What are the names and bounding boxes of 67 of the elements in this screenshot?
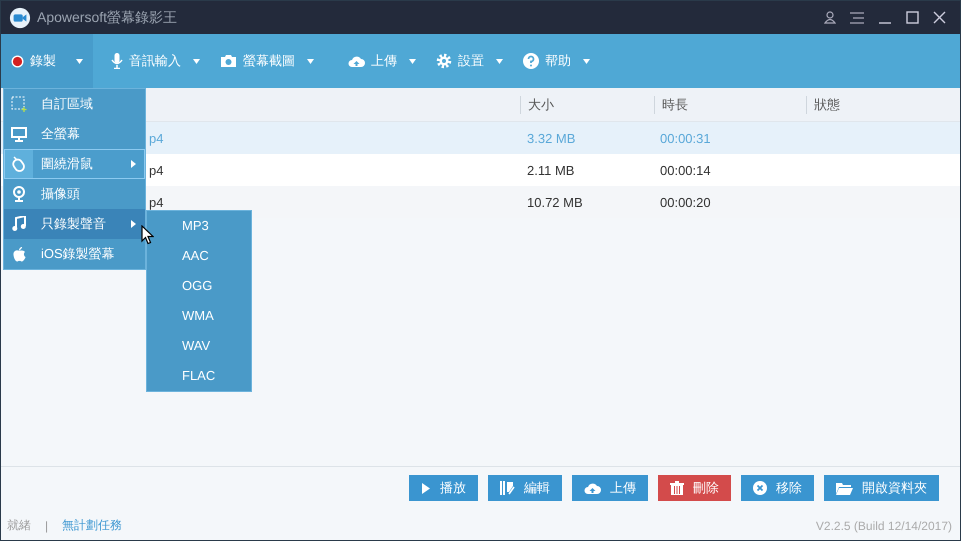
camera-icon — [220, 54, 237, 68]
play-icon — [421, 482, 431, 494]
trash-icon — [670, 481, 684, 495]
toolbar-menu-button[interactable]: 錄製 — [1, 34, 93, 88]
menu-item[interactable]: WMA — [147, 301, 251, 331]
menu-item[interactable]: 自訂區域 — [4, 89, 145, 119]
action-button[interactable]: 播放 — [409, 475, 478, 501]
caret-icon — [583, 58, 590, 64]
circle-x-icon — [753, 481, 767, 495]
mouse-cursor-icon — [141, 225, 154, 245]
separator: | — [45, 518, 48, 532]
table-cell-text: 00:00:14 — [659, 162, 712, 178]
toolbar-menu-button[interactable]: 螢幕截圖 — [210, 34, 324, 88]
action-button[interactable]: 上傳 — [572, 475, 648, 501]
column-header[interactable]: 大小 — [520, 96, 654, 114]
toolbar-menu-button[interactable]: 設置 — [426, 34, 513, 88]
edit-icon — [500, 481, 515, 495]
table-cell: p4 — [149, 130, 164, 146]
record-icon — [11, 54, 24, 68]
menu-item[interactable]: OGG — [147, 271, 251, 301]
action-button[interactable]: 開啟資料夾 — [824, 475, 939, 501]
region-select-icon — [10, 95, 28, 113]
cloud-upload-icon — [348, 54, 365, 68]
menu-item[interactable]: 只錄製聲音 — [4, 209, 145, 239]
status-text: 就緒 — [7, 517, 31, 534]
camera-logo-icon — [9, 6, 31, 28]
toolbar-menu-button[interactable]: 帮助 — [513, 34, 600, 88]
menu-item[interactable]: 圍繞滑鼠 — [4, 149, 145, 179]
schedule-link[interactable]: 無計劃任務 — [62, 517, 122, 534]
user-icon[interactable] — [824, 11, 836, 24]
microphone-icon — [111, 53, 123, 69]
window-title: Apowersoft螢幕錄影王 — [37, 8, 178, 26]
toolbar-menu-button[interactable]: 音訊輸入 — [101, 34, 210, 88]
gear-icon — [436, 53, 452, 69]
maximize-icon[interactable] — [906, 11, 919, 24]
caret-icon — [193, 58, 200, 64]
column-header[interactable]: 狀態 — [806, 96, 840, 114]
table-cell-text: 00:00:20 — [659, 194, 712, 210]
action-button[interactable]: 刪除 — [658, 475, 731, 501]
table-cell: p4 — [149, 194, 164, 210]
cloud-upload-icon — [584, 482, 601, 494]
caret-icon — [496, 58, 503, 64]
menu-item[interactable]: iOS錄製螢幕 — [4, 239, 145, 269]
column-header[interactable]: 時長 — [654, 96, 806, 114]
webcam-icon — [10, 185, 28, 203]
table-cell: p4 — [149, 162, 164, 178]
table-cell-text: 10.72 MB — [526, 194, 584, 210]
caret-icon — [76, 58, 83, 64]
close-icon[interactable] — [933, 11, 946, 24]
menu-item[interactable]: FLAC — [147, 361, 251, 391]
menu-item[interactable]: AAC — [147, 241, 251, 271]
toolbar-menu-button[interactable]: 上傳 — [338, 34, 426, 88]
music-note-icon — [10, 215, 28, 233]
menu-icon[interactable] — [850, 12, 864, 24]
monitor-icon — [10, 125, 28, 143]
help-icon — [523, 53, 539, 69]
menu-item[interactable]: WAV — [147, 331, 251, 361]
menu-item[interactable]: 全螢幕 — [4, 119, 145, 149]
table-cell-text: 2.11 MB — [526, 162, 576, 178]
version-text: V2.2.5 (Build 12/14/2017) — [816, 518, 952, 532]
action-button[interactable]: 編輯 — [488, 475, 562, 501]
table-cell-text: 00:00:31 — [659, 130, 712, 146]
caret-icon — [307, 58, 314, 64]
action-button[interactable]: 移除 — [741, 475, 814, 501]
caret-icon — [409, 58, 416, 64]
folder-icon — [836, 482, 853, 494]
table-cell-text: 3.32 MB — [526, 130, 576, 146]
